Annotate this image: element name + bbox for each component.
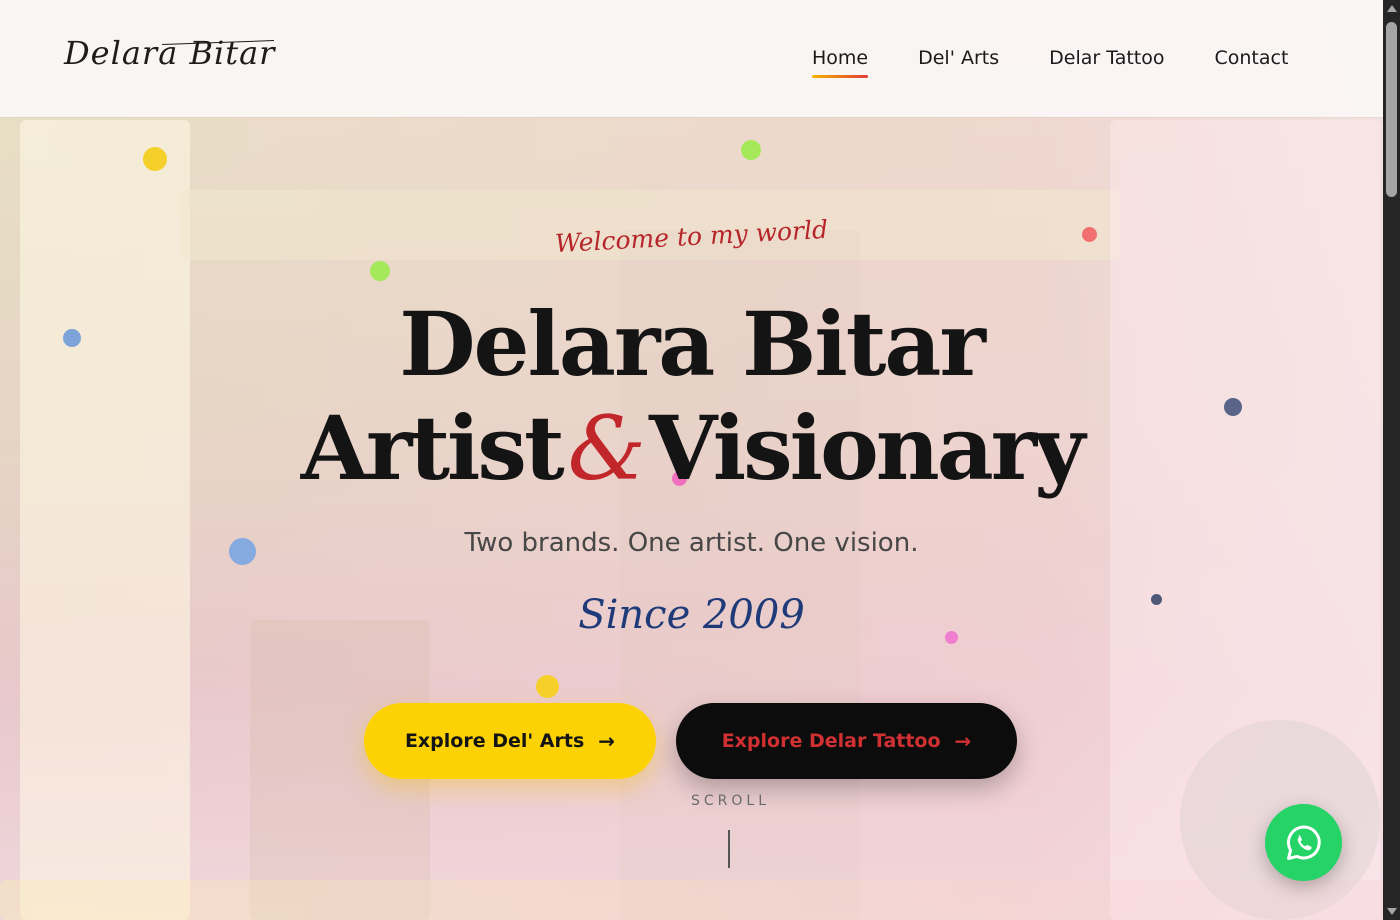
whatsapp-button[interactable] [1265,804,1342,881]
nav-item-delar-tattoo[interactable]: Delar Tattoo [1049,44,1164,72]
title-first-name: Delara [399,292,715,396]
decorative-dot [741,140,761,160]
background-shape [0,880,1383,920]
hero-title-line-1: Delara Bitar [0,292,1383,396]
whatsapp-icon [1286,825,1321,860]
nav-item-del-arts[interactable]: Del' Arts [918,44,999,72]
title-last-name: Bitar [741,292,986,396]
scroll-indicator-label: SCROLL [691,793,771,809]
highlighted-name: Delara [399,292,715,396]
hero-tagline: Two brands. One artist. One vision. [464,528,919,558]
decorative-dot [143,147,167,171]
hero-title-line-2: Artist&Visionary [0,396,1383,500]
logo-text: Delara Bitar [64,34,276,72]
navbar: Delara Bitar Home Del' Arts Delar Tattoo… [0,0,1383,117]
page-scrollbar[interactable] [1383,0,1400,920]
explore-delar-tattoo-button[interactable]: Explore Delar Tattoo → [676,703,1017,779]
scroll-down-arrow-icon[interactable] [1387,908,1397,915]
main-nav: Home Del' Arts Delar Tattoo Contact [812,44,1289,78]
scrollbar-thumb[interactable] [1386,22,1397,197]
brand-logo[interactable]: Delara Bitar [64,30,276,76]
page-viewport: Delara Bitar Home Del' Arts Delar Tattoo… [0,0,1383,920]
nav-item-home[interactable]: Home [812,44,869,78]
title-visionary: Visionary [648,396,1085,500]
nav-item-contact[interactable]: Contact [1215,44,1289,72]
scroll-up-arrow-icon[interactable] [1387,5,1397,12]
arrow-right-icon: → [598,729,616,753]
scroll-indicator-line [728,830,730,868]
explore-delar-tattoo-label: Explore Delar Tattoo [721,730,941,752]
arrow-right-icon: → [954,729,972,753]
decorative-dot [536,675,559,698]
title-artist: Artist [300,396,565,500]
background-shape [20,120,190,920]
since-text: Since 2009 [578,592,805,638]
explore-del-arts-button[interactable]: Explore Del' Arts → [364,703,656,779]
explore-del-arts-label: Explore Del' Arts [404,730,585,752]
title-ampersand: & [567,397,646,500]
